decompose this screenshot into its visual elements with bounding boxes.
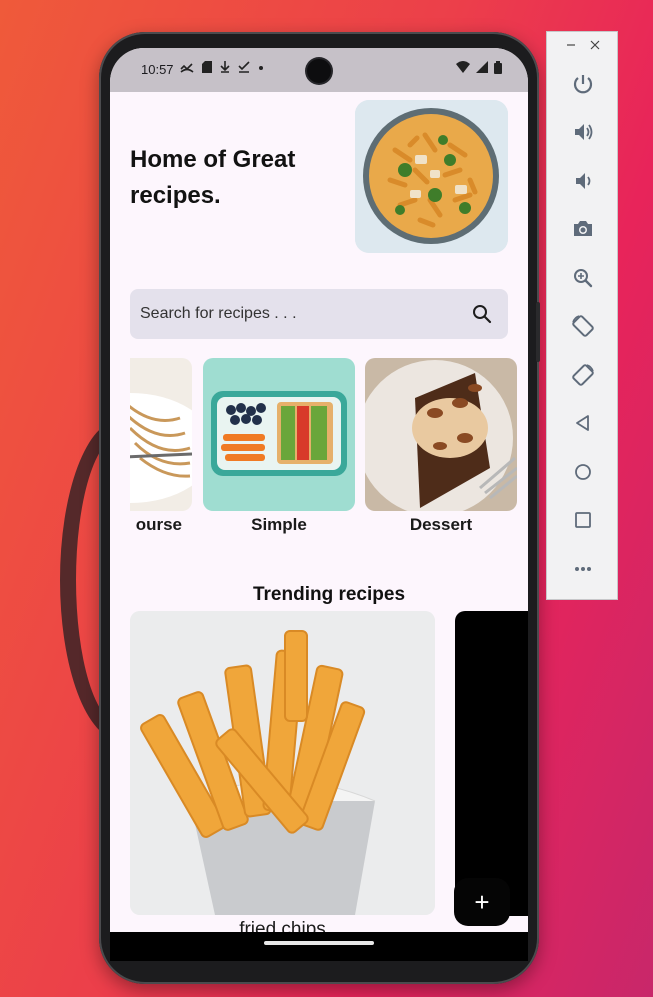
search-input[interactable]: [140, 305, 440, 323]
category-card-simple[interactable]: Simple: [203, 358, 355, 535]
status-notification-icons: [180, 61, 264, 73]
toolbar-window-controls: [547, 40, 619, 50]
zoom-icon[interactable]: [565, 260, 601, 296]
phone-side-button: [536, 302, 540, 362]
emulator-toolbar: [546, 31, 618, 600]
battery-icon: [494, 61, 502, 74]
home-gesture-handle[interactable]: [264, 941, 374, 945]
overview-icon[interactable]: [565, 502, 601, 538]
power-icon[interactable]: [565, 66, 601, 102]
signal-icon: [476, 61, 488, 74]
camera-icon[interactable]: [565, 211, 601, 247]
trending-card[interactable]: fried chips: [130, 611, 435, 941]
search-icon[interactable]: [470, 302, 494, 326]
volume-up-icon[interactable]: [565, 114, 601, 150]
lunchbox-image: [203, 358, 355, 511]
add-recipe-button[interactable]: +: [454, 878, 510, 926]
category-label: Dessert: [409, 515, 473, 534]
status-time: 10:57: [141, 62, 174, 77]
volume-down-icon[interactable]: [565, 163, 601, 199]
download-icon: [220, 61, 230, 73]
pasta-bowl-image: [355, 100, 508, 253]
trending-title: Trending recipes: [252, 584, 406, 605]
front-camera: [307, 59, 331, 83]
status-bar: 10:57: [110, 48, 528, 92]
minimize-icon[interactable]: [566, 40, 576, 50]
app-screen: 10:57 Home of Great recipes. Search for …: [110, 48, 528, 961]
rotate-right-icon[interactable]: [565, 357, 601, 393]
back-icon[interactable]: [565, 405, 601, 441]
cake-image: [365, 358, 517, 511]
fries-image: [130, 611, 435, 915]
more-icon[interactable]: [565, 551, 601, 587]
category-card-dessert[interactable]: Dessert: [365, 358, 517, 535]
category-card-course[interactable]: ourse: [130, 358, 192, 535]
status-system-icons: [456, 61, 502, 74]
category-label: Simple: [251, 515, 307, 534]
page-headline: Home of Great recipes.: [130, 146, 296, 209]
pasta-image: [130, 358, 192, 511]
close-icon[interactable]: [590, 40, 600, 50]
trending-card-next[interactable]: [455, 611, 528, 916]
category-carousel[interactable]: ourse Simple Dessert: [130, 358, 528, 538]
phone-frame: 10:57 Home of Great recipes. Search for …: [99, 32, 540, 984]
category-label: ourse: [135, 515, 182, 534]
search-bar[interactable]: [130, 289, 508, 339]
home-icon[interactable]: [565, 454, 601, 490]
rotate-left-icon[interactable]: [565, 308, 601, 344]
check-icon: [238, 61, 250, 73]
gesture-nav-bar: [110, 932, 528, 961]
dot-icon: [258, 61, 264, 73]
sd-card-icon: [202, 61, 212, 73]
wifi-icon: [456, 61, 470, 74]
missed-call-icon: [180, 61, 194, 73]
